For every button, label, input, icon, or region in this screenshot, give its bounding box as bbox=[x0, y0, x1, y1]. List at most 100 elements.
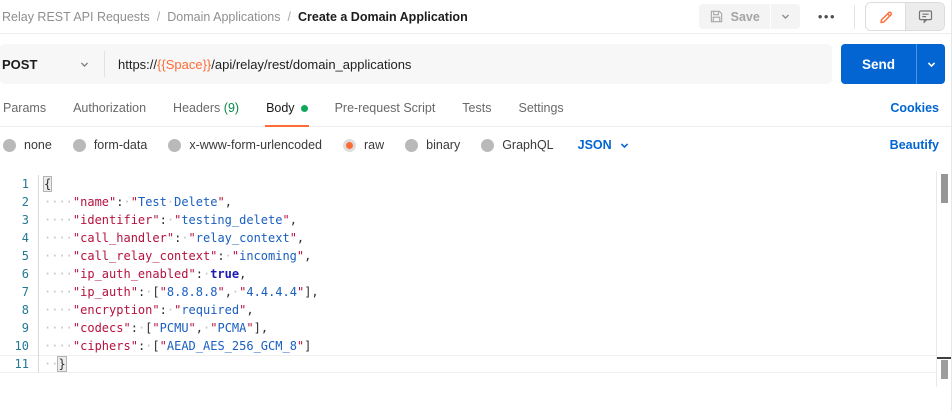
tab-settings[interactable]: Settings bbox=[517, 90, 564, 126]
body-mode-radio-x-www-form-urlencoded[interactable]: x-www-form-urlencoded bbox=[168, 138, 322, 152]
tab-authorization[interactable]: Authorization bbox=[72, 90, 147, 126]
code-line[interactable]: 1{ bbox=[0, 175, 951, 193]
code-token: " bbox=[282, 213, 289, 227]
line-number: 8 bbox=[0, 301, 39, 319]
url-bar: POST https://{{Space}}/api/relay/rest/do… bbox=[0, 44, 832, 84]
tab-tests[interactable]: Tests bbox=[461, 90, 492, 126]
url-input[interactable]: https://{{Space}}/api/relay/rest/domain_… bbox=[105, 57, 411, 72]
radio-icon bbox=[3, 139, 16, 152]
tab-label: Authorization bbox=[73, 101, 146, 115]
code-line[interactable]: 11··} bbox=[0, 355, 951, 373]
body-mode-radio-raw[interactable]: raw bbox=[343, 138, 384, 152]
send-button[interactable]: Send bbox=[841, 44, 916, 84]
code-line[interactable]: 2····"name":·"Test·Delete", bbox=[0, 193, 951, 211]
url-row: POST https://{{Space}}/api/relay/rest/do… bbox=[0, 44, 951, 84]
code-token: [ bbox=[152, 285, 159, 299]
code-token: " bbox=[217, 285, 224, 299]
code-token: "ciphers" bbox=[73, 339, 138, 353]
edit-mode-button[interactable] bbox=[866, 3, 905, 30]
line-content: ····"identifier":·"testing_delete", bbox=[39, 211, 297, 229]
code-line[interactable]: 7····"ip_auth":·["8.8.8.8",·"4.4.4.4"], bbox=[0, 283, 951, 301]
url-path: /api/relay/rest/domain_applications bbox=[211, 57, 411, 72]
whitespace-dots: ···· bbox=[44, 249, 73, 263]
header-actions: Save ••• bbox=[699, 2, 947, 31]
overview-decoration bbox=[941, 360, 948, 379]
whitespace-dots: ·· bbox=[44, 357, 58, 371]
tab-count-badge: (9) bbox=[224, 101, 239, 115]
code-line[interactable]: 8····"encryption":·"required", bbox=[0, 301, 951, 319]
code-token: , bbox=[304, 249, 311, 263]
code-line[interactable]: 5····"call_relay_context":·"incoming", bbox=[0, 247, 951, 265]
tab-headers[interactable]: Headers (9) bbox=[172, 90, 240, 126]
code-token: , bbox=[290, 213, 297, 227]
line-content: ····"codecs":·["PCMU",·"PCMA"], bbox=[39, 319, 268, 337]
code-token: , bbox=[239, 267, 246, 281]
code-token: : bbox=[116, 195, 123, 209]
radio-icon bbox=[73, 139, 86, 152]
send-options-button[interactable] bbox=[916, 44, 945, 84]
body-mode-radio-form-data[interactable]: form-data bbox=[73, 138, 148, 152]
beautify-link[interactable]: Beautify bbox=[890, 138, 939, 152]
url-variable: {{Space}} bbox=[157, 57, 211, 72]
radio-icon bbox=[405, 139, 418, 152]
code-token: : bbox=[217, 249, 224, 263]
radio-label: form-data bbox=[94, 138, 148, 152]
code-token: "ip_auth" bbox=[73, 285, 138, 299]
code-token: : bbox=[131, 321, 138, 335]
radio-label: binary bbox=[426, 138, 460, 152]
tab-label: Pre-request Script bbox=[335, 101, 436, 115]
code-token: : bbox=[160, 303, 167, 317]
code-line[interactable]: 4····"call_handler":·"relay_context", bbox=[0, 229, 951, 247]
code-token: 4.4.4.4 bbox=[246, 285, 297, 299]
line-content: ····"call_relay_context":·"incoming", bbox=[39, 247, 311, 265]
scrollbar-thumb[interactable] bbox=[941, 174, 948, 203]
save-button[interactable]: Save bbox=[699, 4, 770, 29]
radio-label: GraphQL bbox=[502, 138, 553, 152]
cookies-link[interactable]: Cookies bbox=[890, 101, 939, 115]
code-lines[interactable]: 1{2····"name":·"Test·Delete",3····"ident… bbox=[0, 171, 951, 373]
radio-icon bbox=[343, 139, 356, 152]
line-content: ··} bbox=[39, 355, 66, 373]
code-token: testing_delete bbox=[181, 213, 282, 227]
line-content: { bbox=[39, 175, 51, 193]
code-token: AEAD_AES_256_GCM_8 bbox=[167, 339, 297, 353]
code-token: , bbox=[297, 231, 304, 245]
line-number: 2 bbox=[0, 193, 39, 211]
breadcrumb-item: Relay REST API Requests bbox=[2, 10, 150, 24]
code-token: required bbox=[181, 303, 239, 317]
method-label: POST bbox=[2, 57, 37, 72]
body-mode-radio-none[interactable]: none bbox=[3, 138, 52, 152]
method-select[interactable]: POST bbox=[0, 57, 104, 72]
code-token: } bbox=[58, 357, 65, 371]
whitespace-dots: · bbox=[181, 231, 188, 245]
line-number: 10 bbox=[0, 337, 39, 355]
language-select[interactable]: JSON bbox=[578, 138, 630, 152]
body-mode-radio-binary[interactable]: binary bbox=[405, 138, 460, 152]
code-token: { bbox=[44, 177, 51, 191]
code-line[interactable]: 3····"identifier":·"testing_delete", bbox=[0, 211, 951, 229]
tab-params[interactable]: Params bbox=[2, 90, 47, 126]
code-line[interactable]: 9····"codecs":·["PCMU",·"PCMA"], bbox=[0, 319, 951, 337]
body-mode-radio-graphql[interactable]: GraphQL bbox=[481, 138, 553, 152]
comments-button[interactable] bbox=[905, 3, 944, 30]
tab-pre-request-script[interactable]: Pre-request Script bbox=[334, 90, 437, 126]
code-token: ], bbox=[304, 285, 318, 299]
code-token: " bbox=[189, 321, 196, 335]
code-line[interactable]: 6····"ip_auth_enabled":·true, bbox=[0, 265, 951, 283]
radio-label: none bbox=[24, 138, 52, 152]
tab-body[interactable]: Body bbox=[265, 90, 309, 126]
code-line[interactable]: 10····"ciphers":·["AEAD_AES_256_GCM_8"] bbox=[0, 337, 951, 355]
body-editor[interactable]: 1{2····"name":·"Test·Delete",3····"ident… bbox=[0, 171, 951, 387]
request-tabs-row: Params Authorization Headers (9) Body Pre-re… bbox=[0, 90, 951, 127]
tab-label: Body bbox=[266, 101, 295, 115]
code-token: Test bbox=[138, 195, 167, 209]
code-token: " bbox=[290, 231, 297, 245]
code-token: "encryption" bbox=[73, 303, 160, 317]
more-actions-button[interactable]: ••• bbox=[810, 7, 844, 26]
save-options-button[interactable] bbox=[770, 4, 800, 29]
whitespace-dots: ···· bbox=[44, 285, 73, 299]
whitespace-dots: ···· bbox=[44, 195, 73, 209]
editor-scrollbar[interactable] bbox=[936, 171, 951, 387]
chevron-down-icon bbox=[926, 59, 937, 70]
radio-icon bbox=[481, 139, 494, 152]
